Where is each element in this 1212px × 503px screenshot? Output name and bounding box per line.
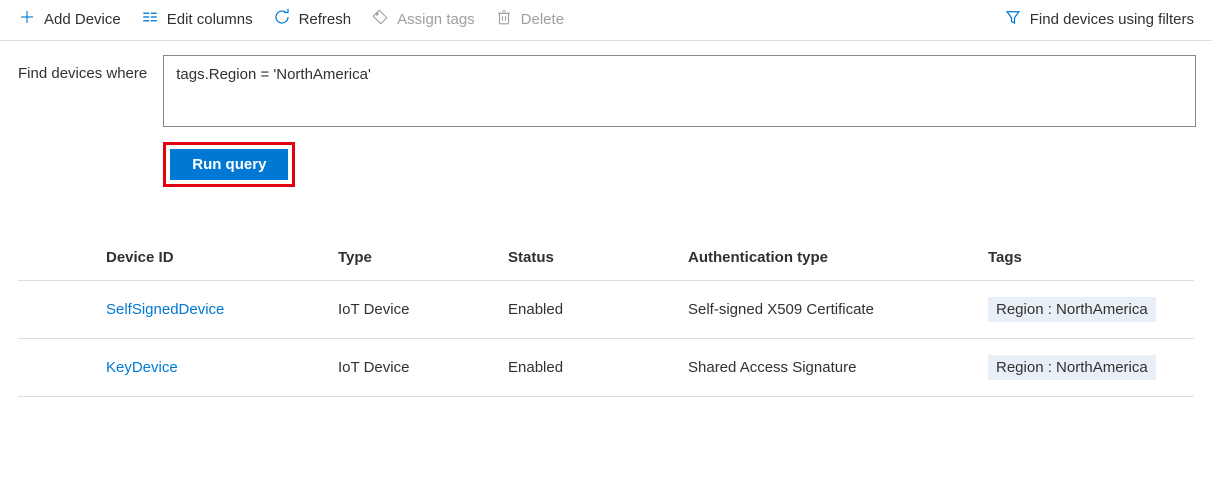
query-input[interactable] (163, 55, 1196, 127)
query-row: Find devices where Run query (0, 41, 1212, 187)
edit-columns-button[interactable]: Edit columns (141, 8, 253, 30)
table-header-row: Device ID Type Status Authentication typ… (18, 237, 1194, 281)
cell-type: IoT Device (328, 339, 498, 397)
add-device-button[interactable]: Add Device (18, 8, 121, 30)
tag-badge: Region : NorthAmerica (988, 297, 1156, 322)
table-row[interactable]: SelfSignedDevice IoT Device Enabled Self… (18, 281, 1194, 339)
cell-auth: Self-signed X509 Certificate (678, 281, 978, 339)
find-filters-button[interactable]: Find devices using filters (1004, 8, 1194, 30)
edit-columns-label: Edit columns (167, 11, 253, 28)
refresh-icon (273, 8, 291, 30)
plus-icon (18, 8, 36, 30)
tag-icon (371, 8, 389, 30)
trash-icon (495, 8, 513, 30)
device-link[interactable]: SelfSignedDevice (106, 301, 224, 318)
query-box: Run query (163, 55, 1196, 187)
header-status[interactable]: Status (498, 237, 678, 281)
run-highlight: Run query (163, 142, 295, 187)
cell-status: Enabled (498, 281, 678, 339)
delete-button: Delete (495, 8, 564, 30)
devices-table: Device ID Type Status Authentication typ… (18, 237, 1194, 397)
delete-label: Delete (521, 11, 564, 28)
refresh-label: Refresh (299, 11, 352, 28)
header-type[interactable]: Type (328, 237, 498, 281)
assign-tags-button: Assign tags (371, 8, 475, 30)
run-query-button[interactable]: Run query (170, 149, 288, 180)
header-device-id[interactable]: Device ID (18, 237, 328, 281)
cell-auth: Shared Access Signature (678, 339, 978, 397)
tag-badge: Region : NorthAmerica (988, 355, 1156, 380)
find-filters-label: Find devices using filters (1030, 11, 1194, 28)
query-label: Find devices where (18, 55, 147, 82)
header-tags[interactable]: Tags (978, 237, 1194, 281)
columns-icon (141, 8, 159, 30)
toolbar: Add Device Edit columns Refresh Assign t… (0, 0, 1212, 41)
filter-icon (1004, 8, 1022, 30)
table-row[interactable]: KeyDevice IoT Device Enabled Shared Acce… (18, 339, 1194, 397)
refresh-button[interactable]: Refresh (273, 8, 352, 30)
assign-tags-label: Assign tags (397, 11, 475, 28)
add-device-label: Add Device (44, 11, 121, 28)
header-auth[interactable]: Authentication type (678, 237, 978, 281)
cell-type: IoT Device (328, 281, 498, 339)
device-link[interactable]: KeyDevice (106, 359, 178, 376)
cell-status: Enabled (498, 339, 678, 397)
